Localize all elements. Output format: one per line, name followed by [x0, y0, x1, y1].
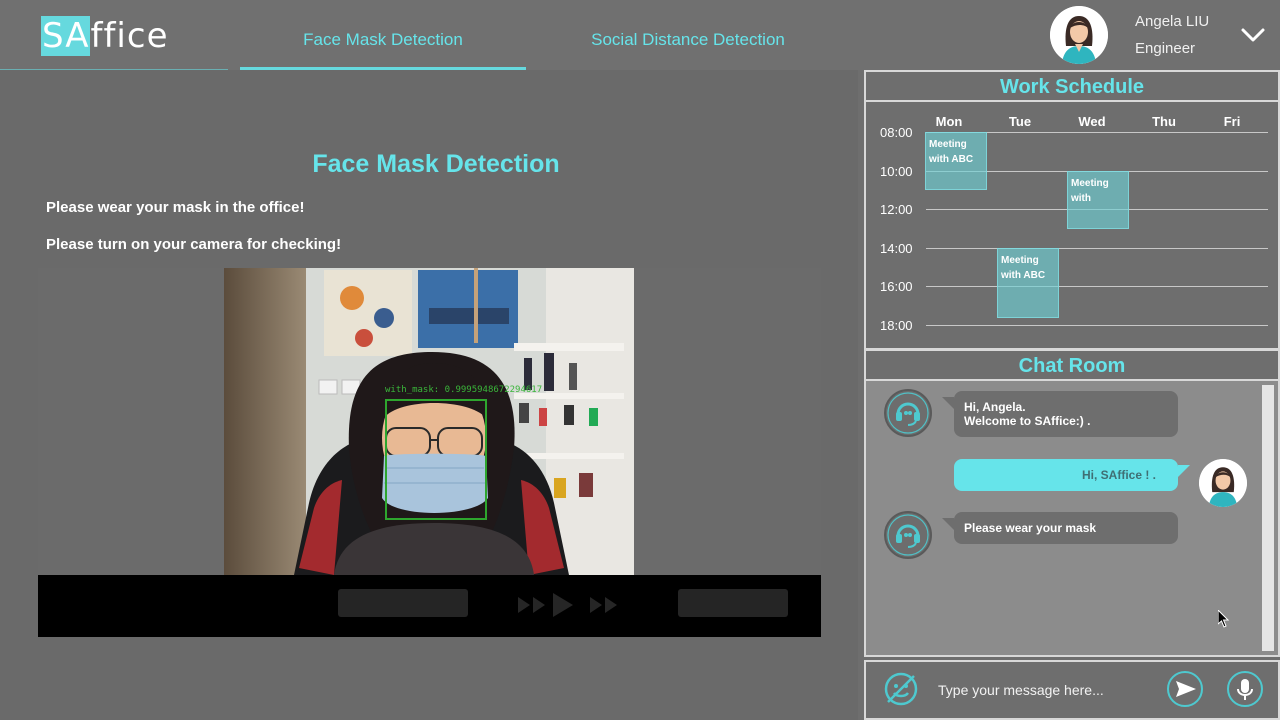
mouse-cursor-icon: [1218, 610, 1230, 628]
day-thu: Thu: [1152, 114, 1176, 129]
chat-message-bot: Please wear your mask: [942, 512, 1178, 544]
day-fri: Fri: [1223, 114, 1241, 129]
hour-line: [926, 248, 1268, 249]
microphone-icon[interactable]: [1226, 670, 1264, 708]
message-text: Hi, Angela.: [964, 400, 1026, 414]
top-bar: SAffice Face Mask Detection Social Dista…: [0, 0, 1280, 70]
video-controls[interactable]: [38, 575, 821, 637]
hour-1200: 12:00: [880, 202, 913, 217]
hour-0800: 08:00: [880, 125, 913, 140]
webcam-image: with_mask: 0.9995948672294617: [224, 268, 634, 575]
chat-message-bot: Hi, Angela. Welcome to SAffice:) .: [942, 391, 1178, 437]
tab-face-mask-detection[interactable]: Face Mask Detection: [240, 0, 526, 70]
hour-1400: 14:00: [880, 241, 913, 256]
send-icon[interactable]: [1166, 670, 1204, 708]
schedule-event-mon[interactable]: Meeting with ABC: [925, 132, 987, 190]
bot-avatar: [884, 511, 932, 559]
hour-1600: 16:00: [880, 279, 913, 294]
schedule-event-wed[interactable]: Meeting with: [1067, 171, 1129, 229]
face-detection-box: [385, 399, 487, 520]
day-mon: Mon: [935, 114, 963, 129]
instruction-turn-on-camera: Please turn on your camera for checking!: [46, 236, 342, 253]
hour-line: [926, 286, 1268, 287]
hour-line: [926, 325, 1268, 326]
detection-label: with_mask: 0.9995948672294617: [385, 385, 543, 395]
work-schedule: Mon Tue Wed Thu Fri 08:00 10:00 12:00 14…: [864, 102, 1280, 350]
user-chat-avatar: [1199, 459, 1247, 507]
emoji-off-icon[interactable]: [882, 670, 920, 708]
app-logo[interactable]: SAffice: [41, 16, 169, 56]
chat-room-title: Chat Room: [864, 349, 1280, 381]
bot-avatar: [884, 389, 932, 437]
user-name: Angela LIU: [1135, 13, 1210, 30]
user-avatar[interactable]: [1050, 6, 1108, 64]
day-wed: Wed: [1078, 114, 1106, 129]
headset-icon: [887, 392, 929, 434]
avatar-woman-icon: [1050, 6, 1108, 64]
page-title: Face Mask Detection: [312, 150, 560, 178]
chat-message-user: Hi, SAffice ! .: [954, 459, 1190, 491]
message-composer: [864, 660, 1280, 720]
chat-scrollbar[interactable]: [1262, 385, 1274, 651]
avatar-woman-icon: [1199, 459, 1247, 507]
tab-social-distance-detection[interactable]: Social Distance Detection: [548, 0, 828, 70]
logo-highlight: SA: [41, 16, 91, 56]
message-text: Welcome to SAffice:) .: [964, 414, 1091, 428]
logo-rest: ffice: [90, 16, 169, 56]
chevron-down-icon[interactable]: [1240, 26, 1266, 44]
camera-feed[interactable]: with_mask: 0.9995948672294617: [38, 268, 821, 637]
message-input[interactable]: [938, 674, 1158, 706]
main-panel: Face Mask Detection Please wear your mas…: [0, 70, 858, 720]
schedule-event-tue[interactable]: Meeting with ABC: [997, 248, 1059, 318]
work-schedule-title: Work Schedule: [864, 70, 1280, 102]
hour-1000: 10:00: [880, 164, 913, 179]
hour-1800: 18:00: [880, 318, 913, 333]
headset-icon: [887, 514, 929, 556]
user-role: Engineer: [1135, 40, 1196, 57]
instruction-wear-mask: Please wear your mask in the office!: [46, 199, 305, 216]
day-tue: Tue: [1008, 114, 1032, 129]
